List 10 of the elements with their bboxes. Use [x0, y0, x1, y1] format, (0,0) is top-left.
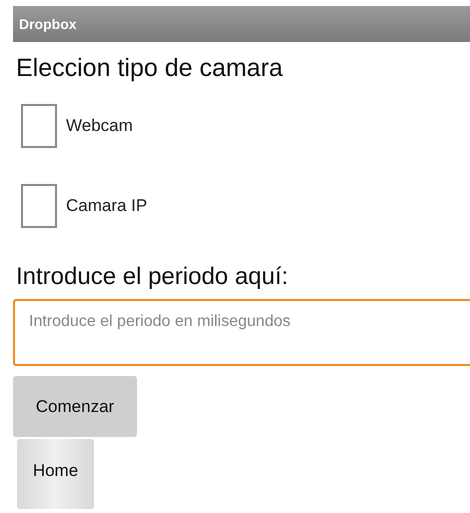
checkbox-label: Camara IP — [66, 196, 148, 216]
section-heading: Eleccion tipo de camara — [16, 54, 284, 83]
checkbox[interactable] — [21, 104, 57, 148]
field-label: Introduce el periodo aquí: — [16, 263, 290, 291]
checkbox[interactable] — [21, 184, 57, 228]
window-title: Dropbox — [19, 16, 77, 32]
checkbox-label: Webcam — [66, 116, 133, 136]
input-field[interactable]: Introduce el periodo en milisegundos — [13, 299, 470, 366]
button[interactable]: Home — [17, 439, 94, 509]
button[interactable]: Comenzar — [13, 376, 137, 437]
